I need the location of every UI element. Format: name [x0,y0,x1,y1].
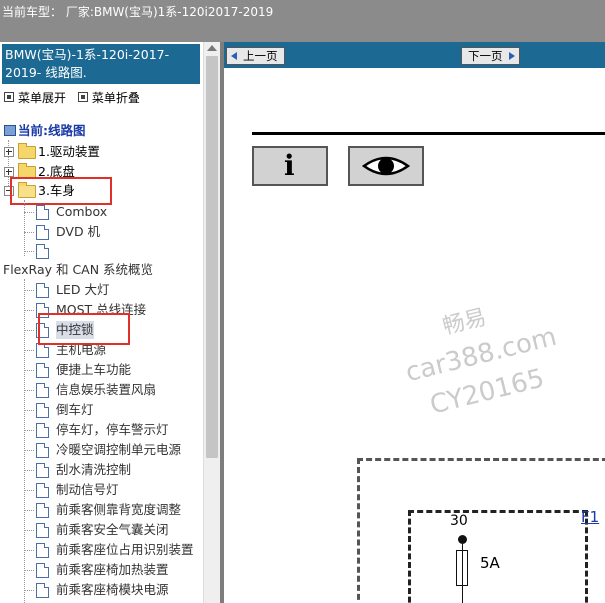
expand-icon[interactable] [4,147,14,157]
document-icon [36,244,49,259]
sidebar-heading: BMW(宝马)-1系-120i-2017-2019- 线路图. [2,44,200,84]
eye-icon [361,156,411,176]
scroll-up-icon[interactable] [207,45,217,51]
info-button[interactable]: i [252,146,328,186]
prev-page-label: 上一页 [243,49,278,63]
menu-controls: 菜单展开 菜单折叠 [2,89,146,106]
highlight-box [38,313,130,345]
sidebar-scrollbar[interactable] [203,42,221,603]
tree-item-label: 刮水清洗控制 [56,462,132,477]
document-icon [36,503,49,518]
fuse-icon [456,550,468,586]
tree-line [24,390,34,392]
document-icon [36,523,49,538]
document-icon [36,383,49,398]
document-icon [36,463,49,478]
info-icon: i [284,149,295,182]
prev-page-button[interactable]: 上一页 [226,47,285,65]
tree-item-label: 前乘客座椅模块电源 [56,582,169,597]
content-pane: 上一页 下一页 i 畅易 car388.com CY20165 30 5A F1 [224,42,605,603]
document-icon [36,483,49,498]
document-icon [36,363,49,378]
computer-icon [4,125,16,136]
next-page-button[interactable]: 下一页 [461,47,520,65]
scroll-thumb[interactable] [206,56,218,458]
tree-line [24,590,34,592]
document-icon [36,583,49,598]
tree-line [24,330,34,332]
tree-item-label: LED 大灯 [56,282,110,297]
document-icon [36,403,49,418]
tree-item-label: 倒车灯 [56,402,94,417]
tree-item-label: 前乘客座位占用识别装置 [56,542,194,557]
document-icon [36,225,49,240]
watermark-text: 畅易 [440,304,489,340]
tree-line [24,290,34,292]
document-icon [36,283,49,298]
tree-line [24,279,26,603]
connection-dot [458,535,467,544]
tree-line [24,550,34,552]
document-icon [36,543,49,558]
tree-line [24,490,34,492]
folder-label: 1.驱动装置 [38,144,100,159]
expand-icon[interactable] [4,167,14,177]
document-icon [36,423,49,438]
view-button[interactable] [348,146,424,186]
expand-menu-button[interactable]: 菜单展开 [18,91,66,105]
vehicle-title: 当前车型： 厂家:BMW(宝马)1系-120i2017-2019 [2,5,274,19]
tree-line [24,310,34,312]
page-nav-bar: 上一页 下一页 [224,42,605,68]
divider-line [252,132,605,135]
tree-item-label: 前乘客座椅加热装置 [56,562,169,577]
tree-item-label: DVD 机 [56,224,101,239]
tree-item-label: 前乘客侧靠背宽度调整 [56,502,182,517]
tree-line [24,510,34,512]
collapse-menu-button[interactable]: 菜单折叠 [92,91,140,105]
tree-line [24,410,34,412]
tree-item-label: Combox [56,204,108,219]
document-icon [36,205,49,220]
square-icon [4,92,14,102]
document-icon [36,343,49,358]
tree-item-label: FlexRay 和 CAN 系统概览 [3,262,154,277]
tree-line [24,530,34,532]
tree-item-label: 制动信号灯 [56,482,119,497]
tree-item-label: 信息娱乐装置风扇 [56,382,157,397]
document-icon [36,563,49,578]
tree-line [24,212,34,214]
title-bar: 当前车型： 厂家:BMW(宝马)1系-120i2017-2019 [0,0,605,42]
tree-item-label: 停车灯，停车警示灯 [56,422,169,437]
next-page-label: 下一页 [468,49,503,63]
tree-line [24,200,26,256]
folder-icon [18,143,36,159]
fuse-rating: 5A [480,554,500,572]
tree-item-label: 前乘客安全气囊关闭 [56,522,169,537]
tree-line [24,350,34,352]
tree-line [24,450,34,452]
tree-line [24,370,34,372]
tree-root-label: 当前:线路图 [18,123,86,138]
square-icon [77,92,88,102]
tree-item-label: 便捷上车功能 [56,362,132,377]
arrow-left-icon [231,52,237,60]
tree-item-label: 冷暖空调控制单元电源 [56,442,182,457]
tree-line [24,470,34,472]
sidebar: BMW(宝马)-1系-120i-2017-2019- 线路图. 菜单展开 菜单折… [0,42,220,603]
tree-line [24,251,34,253]
document-icon [36,443,49,458]
tree-line [24,232,34,234]
tree-line [24,570,34,572]
tree-line [24,430,34,432]
fuse-number: 30 [450,513,468,529]
arrow-right-icon [508,52,515,60]
component-link[interactable]: F1 [581,508,599,526]
